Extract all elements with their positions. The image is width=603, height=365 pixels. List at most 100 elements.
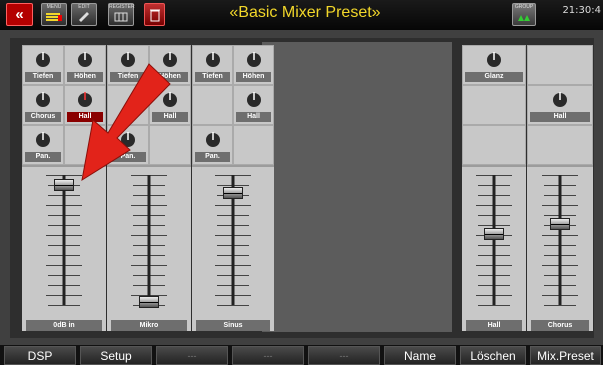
knob-cell[interactable]: Tiefen: [192, 45, 233, 85]
clock: 21:30:4: [562, 5, 601, 16]
setup-button[interactable]: Setup: [80, 346, 152, 365]
knob-label: Pan.: [25, 152, 61, 162]
knob-cell[interactable]: Höhen: [233, 45, 274, 85]
knob-label: Höhen: [67, 72, 103, 82]
knob-cell[interactable]: Pan.: [22, 125, 64, 165]
delete-button[interactable]: [144, 3, 165, 26]
knob-label: Hall: [236, 112, 271, 122]
knob-icon: [78, 52, 92, 67]
fader[interactable]: [22, 167, 106, 331]
empty-cell: [149, 125, 191, 165]
knob-icon: [246, 92, 261, 107]
channel-name: Chorus: [531, 320, 589, 331]
fader-track: [492, 175, 496, 305]
empty-cell: [527, 125, 593, 165]
knob-label: Tiefen: [195, 72, 230, 82]
knob-cell[interactable]: Hall: [64, 85, 106, 125]
group-button[interactable]: GROUP: [512, 3, 536, 26]
fader-cap[interactable]: [223, 187, 243, 200]
knob-cell[interactable]: Tiefen: [22, 45, 64, 85]
knob-icon: [487, 52, 501, 67]
knob-label: Pan.: [195, 152, 230, 162]
channel-strip: Tiefen Höhen Chorus Hall Pan. 0dB in: [22, 45, 106, 331]
knob-cell[interactable]: Pan.: [192, 125, 233, 165]
knob-label: Höhen: [236, 72, 271, 82]
dsp-button[interactable]: DSP: [4, 346, 76, 365]
knob-cell[interactable]: Höhen: [149, 45, 191, 85]
mixer-area: Tiefen Höhen Chorus Hall Pan. 0dB in Tie…: [0, 30, 603, 345]
knob-label: Tiefen: [110, 72, 146, 82]
knob-cell[interactable]: Tiefen: [107, 45, 149, 85]
empty-function-key[interactable]: ---: [156, 346, 228, 365]
channel-name: Mikro: [111, 320, 187, 331]
knob-icon: [78, 92, 92, 107]
channel-strip: Hall Chorus: [527, 45, 593, 331]
name-button[interactable]: Name: [384, 346, 456, 365]
empty-cell: [192, 85, 233, 125]
fader[interactable]: [192, 167, 274, 331]
knob-icon: [205, 52, 220, 67]
mix-preset-button[interactable]: Mix.Preset: [530, 346, 601, 365]
page-title: «Basic Mixer Preset»: [229, 4, 381, 21]
empty-function-key[interactable]: ---: [308, 346, 380, 365]
knob-icon: [121, 132, 135, 147]
knob-label: Hall: [530, 112, 590, 122]
trash-icon: [149, 9, 160, 21]
empty-channel-area: [262, 42, 452, 332]
knob-label: Chorus: [25, 112, 61, 122]
empty-cell: [64, 125, 106, 165]
empty-cell: [462, 85, 526, 125]
channel-name: Hall: [466, 320, 522, 331]
register-button[interactable]: REGISTER: [108, 3, 135, 26]
edit-button[interactable]: EDIT: [71, 3, 97, 26]
fader-cap[interactable]: [550, 218, 570, 231]
knob-label: Pan.: [110, 152, 146, 162]
fader[interactable]: [527, 167, 593, 331]
knob-label: Hall: [152, 112, 188, 122]
fader-track: [558, 175, 562, 305]
knob-label: Höhen: [152, 72, 188, 82]
fader-tick: [217, 305, 249, 306]
knob-cell[interactable]: Chorus: [22, 85, 64, 125]
knob-cell[interactable]: Höhen: [64, 45, 106, 85]
knob-cell[interactable]: Glanz: [462, 45, 526, 85]
delete-preset-button[interactable]: Löschen: [460, 346, 526, 365]
empty-function-key[interactable]: ---: [232, 346, 304, 365]
knob-icon: [36, 52, 50, 67]
channel-name: 0dB in: [26, 320, 102, 331]
knob-icon: [36, 92, 50, 107]
channel-name: Sinus: [196, 320, 270, 331]
knob-icon: [163, 92, 177, 107]
knob-cell[interactable]: Hall: [149, 85, 191, 125]
back-button[interactable]: «: [6, 3, 33, 26]
knob-label: Hall: [67, 112, 103, 122]
knob-cell[interactable]: Pan.: [107, 125, 149, 165]
channel-strip: Glanz Hall: [462, 45, 526, 331]
knob-cell[interactable]: Hall: [527, 85, 593, 125]
knob-icon: [246, 52, 261, 67]
knob-icon: [36, 132, 50, 147]
menu-button[interactable]: MENU: [41, 3, 67, 26]
empty-cell: [462, 125, 526, 165]
knob-icon: [121, 52, 135, 67]
fader-cap[interactable]: [54, 179, 74, 192]
fader-cap[interactable]: [139, 296, 159, 309]
fader-tick: [544, 305, 576, 306]
fader-track: [62, 175, 66, 305]
channel-strip: Tiefen Höhen Hall Pan. Mikro: [107, 45, 191, 331]
knob-cell[interactable]: Hall: [233, 85, 274, 125]
fader[interactable]: [462, 167, 526, 331]
empty-cell: [527, 45, 593, 85]
knob-label: Tiefen: [25, 72, 61, 82]
fader-cap[interactable]: [484, 227, 504, 240]
fader[interactable]: [107, 167, 191, 331]
fader-tick: [478, 305, 510, 306]
channel-strip: Tiefen Höhen Hall Pan. Sinus: [192, 45, 274, 331]
knob-icon: [163, 52, 177, 67]
empty-cell: [233, 125, 274, 165]
empty-cell: [107, 85, 149, 125]
top-bar: « MENU EDIT REGISTER «Basic Mixer Preset…: [0, 0, 603, 30]
fader-track: [147, 175, 151, 305]
fader-tick: [48, 305, 80, 306]
knob-icon: [553, 92, 567, 107]
